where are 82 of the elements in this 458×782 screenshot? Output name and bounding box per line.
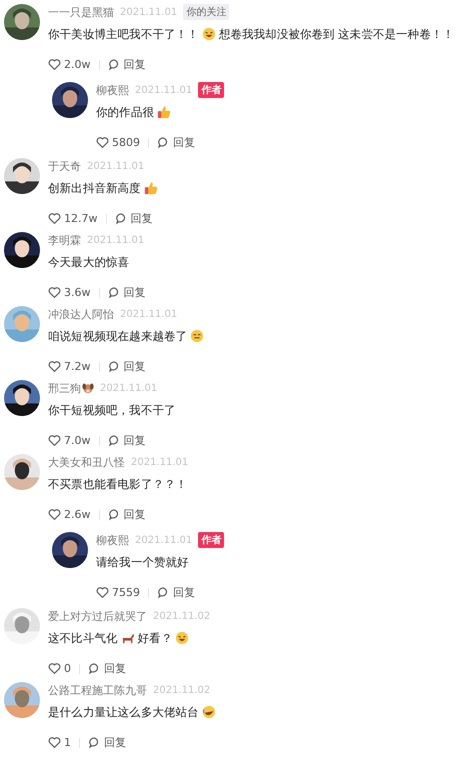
reply-button[interactable]: 回复: [157, 135, 195, 150]
comment-icon: [108, 434, 120, 447]
like-button[interactable]: 7.0w: [48, 434, 90, 447]
comment-icon: [88, 662, 101, 675]
horse-emoji-icon: [120, 631, 135, 645]
comment-text: 今天最大的惊喜: [48, 254, 130, 270]
comment-date: 2021.11.01: [87, 234, 144, 246]
comment-text: 请给我一个赞就好: [96, 554, 189, 570]
user-name[interactable]: 于天奇: [48, 158, 81, 174]
heart-icon: [48, 286, 61, 299]
comment-text: 咱说短视频现在越来越卷了: [48, 328, 188, 344]
thumbs-up-icon: [157, 105, 172, 119]
user-name[interactable]: 爱上对方过后就哭了: [48, 608, 147, 624]
comment-date: 2021.11.01: [135, 534, 192, 546]
reply-button[interactable]: 回复: [108, 507, 146, 522]
user-name[interactable]: 公路工程施工陈九哥: [48, 682, 147, 698]
comment-text: 是什么力量让这么多大佬站台: [48, 704, 199, 720]
like-button[interactable]: 12.7w: [48, 212, 98, 225]
comment-text: 好看？: [138, 630, 172, 646]
comment-icon: [88, 736, 101, 749]
comment-text: 你干美妆博主吧我不干了！！: [48, 26, 199, 42]
comment-date: 2021.11.01: [120, 6, 178, 18]
like-button[interactable]: 7.2w: [48, 360, 90, 373]
thumbs-up-icon: [144, 181, 158, 195]
like-button[interactable]: 2.6w: [48, 508, 90, 521]
comment-icon: [157, 136, 170, 149]
comment-icon: [157, 586, 170, 599]
reply-button[interactable]: 回复: [108, 433, 146, 448]
comment-date: 2021.11.01: [131, 456, 188, 468]
like-button[interactable]: 7559: [96, 586, 140, 599]
reply-button[interactable]: 回复: [108, 359, 146, 374]
user-tag: 作者: [198, 532, 224, 548]
like-button[interactable]: 2.0w: [48, 58, 90, 71]
heart-icon: [48, 736, 61, 749]
like-button[interactable]: 5809: [96, 136, 140, 149]
heart-icon: [48, 212, 61, 225]
comment-icon: [108, 58, 120, 71]
user-tag: 你的关注: [183, 4, 230, 20]
user-name[interactable]: 邢三狗: [48, 380, 81, 396]
comment-text: 想卷我我却没被你卷到 这未尝不是一种卷！！: [218, 26, 454, 42]
comment-date: 2021.11.01: [100, 382, 158, 394]
comment-date: 2021.11.02: [153, 610, 210, 622]
comment-text: 你的作品很: [96, 104, 154, 120]
comment-icon: [108, 508, 120, 521]
reply-button[interactable]: 回复: [114, 211, 152, 226]
reply-button[interactable]: 回复: [88, 661, 126, 676]
comment-text: 不买票也能看电影了？？！: [48, 476, 188, 492]
laughing-emoji-icon: [202, 705, 216, 719]
like-button[interactable]: 3.6w: [48, 286, 90, 299]
comment-icon: [114, 212, 128, 225]
heart-icon: [48, 662, 61, 675]
comment-icon: [108, 286, 120, 299]
heart-icon: [48, 434, 61, 447]
heart-icon: [96, 586, 109, 599]
heart-icon: [48, 360, 61, 373]
comment-text: 创新出抖音新高度: [48, 180, 141, 196]
user-name[interactable]: 大美女和丑八怪: [48, 454, 125, 470]
user-name[interactable]: 柳夜熙: [96, 82, 129, 98]
laughing-emoji-icon: [175, 631, 190, 645]
comment-icon: [108, 360, 120, 373]
reply-button[interactable]: 回复: [157, 585, 195, 600]
reply-button[interactable]: 回复: [108, 57, 146, 72]
comment-date: 2021.11.01: [87, 160, 144, 172]
comment-text: 这不比斗气化: [48, 630, 118, 646]
like-button[interactable]: 0: [48, 662, 71, 675]
user-name[interactable]: 冲浪达人阿怡: [48, 306, 114, 322]
user-name[interactable]: 一一只是黑猫: [48, 4, 114, 20]
heart-icon: [48, 58, 61, 71]
user-name[interactable]: 柳夜熙: [96, 532, 129, 548]
laughing-emoji-icon: [202, 27, 216, 41]
smile-emoji-icon: [190, 329, 204, 343]
reply-button[interactable]: 回复: [108, 285, 146, 300]
heart-icon: [48, 508, 61, 521]
reply-button[interactable]: 回复: [88, 735, 126, 750]
user-tag: 作者: [198, 82, 224, 98]
heart-icon: [96, 136, 109, 149]
comment-date: 2021.11.01: [135, 84, 192, 96]
user-name[interactable]: 李明霖: [48, 232, 81, 248]
comment-date: 2021.11.01: [120, 308, 178, 320]
comment-date: 2021.11.02: [153, 684, 210, 696]
like-button[interactable]: 1: [48, 736, 71, 749]
comment-text: 你干短视频吧，我不干了: [48, 402, 176, 418]
